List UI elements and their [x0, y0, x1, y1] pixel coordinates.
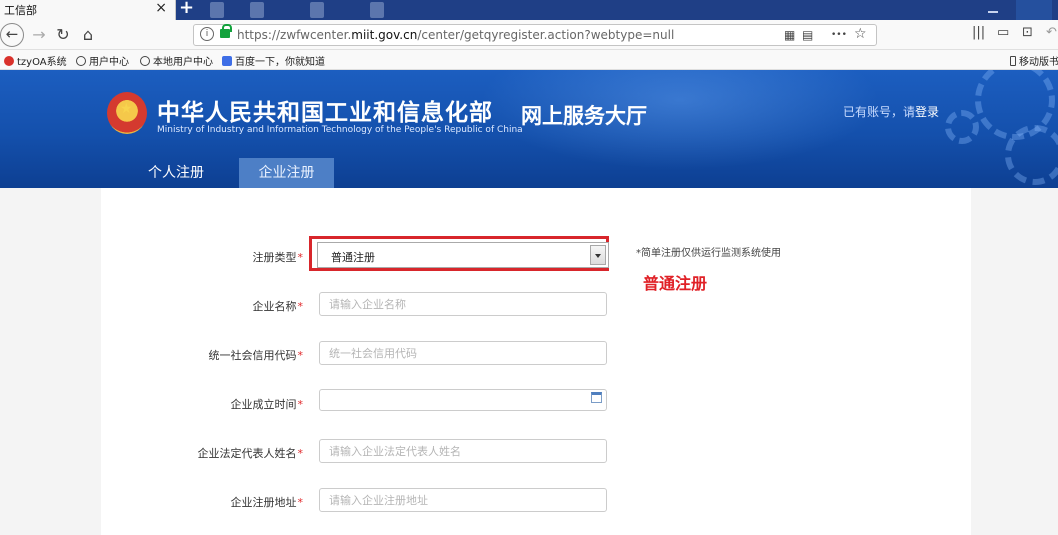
tab-personal-registration[interactable]: 个人注册 [133, 158, 219, 188]
legal-rep-input[interactable] [319, 439, 607, 463]
label-text: 统一社会信用代码 [208, 349, 297, 362]
reg-type-value: 普通注册 [331, 251, 375, 264]
credit-code-label: 统一社会信用代码* [101, 347, 304, 363]
baidu-paw-icon [222, 56, 232, 66]
bookmark-star-icon[interactable]: ☆ [854, 26, 867, 42]
bookmark-label: 百度一下，你就知道 [235, 57, 325, 68]
registration-form: 注册类型* 普通注册 *简单注册仅供运行监测系统使用 普通注册 企业名称* 统一… [101, 188, 971, 535]
bookmark-label: tzyOA系统 [17, 57, 67, 68]
bookmark-user-center[interactable]: 用户中心 [76, 53, 129, 68]
bookmark-label: 用户中心 [89, 57, 129, 68]
info-icon[interactable]: i [200, 27, 214, 41]
founding-date-label: 企业成立时间* [101, 396, 304, 412]
bookmark-label: 移动版书 [1019, 57, 1058, 68]
required-mark: * [297, 447, 304, 460]
url-bar[interactable]: i https://zwfwcenter.miit.gov.cn/center/… [193, 24, 877, 46]
minimize-icon[interactable] [978, 0, 1008, 20]
service-hall-title: 网上服务大厅 [521, 104, 647, 128]
browser-toolbar: ← → ↻ ⌂ i https://zwfwcenter.miit.gov.cn… [0, 20, 1058, 50]
required-mark: * [297, 349, 304, 362]
qr-icon[interactable]: ▦ [784, 28, 795, 42]
sidebar-icon[interactable]: ▭ [997, 25, 1009, 40]
bookmark-local-user-center[interactable]: 本地用户中心 [140, 53, 213, 68]
bookmark-baidu[interactable]: 百度一下，你就知道 [222, 53, 325, 68]
required-mark: * [297, 398, 304, 411]
gear-decoration-icon [1005, 125, 1058, 185]
label-text: 企业成立时间 [230, 398, 297, 411]
ghost-tab-icon [210, 2, 224, 18]
label-text: 企业法定代表人姓名 [197, 447, 297, 460]
bookmarks-bar: tzyOA系统 用户中心 本地用户中心 百度一下，你就知道 移动版书 [0, 50, 1058, 70]
ghost-tab-icon [250, 2, 264, 18]
label-text: 企业注册地址 [230, 496, 297, 509]
url-text[interactable]: https://zwfwcenter.miit.gov.cn/center/ge… [237, 28, 674, 42]
ghost-tab-icon [310, 2, 324, 18]
credit-code-input[interactable] [319, 341, 607, 365]
address-input[interactable] [319, 488, 607, 512]
forward-arrow-icon[interactable]: → [28, 24, 50, 46]
globe-icon [76, 56, 86, 66]
required-mark: * [297, 251, 304, 264]
new-tab-icon[interactable]: + [179, 0, 194, 18]
site-header: ★ 中华人民共和国工业和信息化部 Ministry of Industry an… [0, 70, 1058, 188]
reg-type-select[interactable]: 普通注册 [317, 242, 609, 268]
bookmark-label: 本地用户中心 [153, 57, 213, 68]
founding-date-input[interactable] [319, 389, 607, 411]
address-label: 企业注册地址* [101, 494, 304, 510]
reg-type-label: 注册类型* [101, 249, 304, 265]
bookmark-mobile[interactable]: 移动版书 [1010, 53, 1058, 68]
required-mark: * [297, 496, 304, 509]
url-prefix: https://zwfwcenter. [237, 28, 352, 42]
tab-close-icon[interactable]: × [155, 0, 167, 16]
label-text: 企业名称 [252, 300, 297, 313]
lock-icon [220, 24, 232, 38]
required-mark: * [297, 300, 304, 313]
tab-title: 工信部 [4, 4, 37, 17]
gear-decoration-icon [945, 110, 979, 144]
calendar-icon[interactable] [591, 392, 602, 403]
browser-tab-bar: 工信部 × + [0, 0, 1058, 20]
account-text: 已有账号，请 [843, 105, 916, 119]
annotation-text: 普通注册 [643, 274, 708, 293]
page-actions-icon[interactable]: ••• [831, 30, 847, 40]
screenshot-icon[interactable]: ⊡ [1022, 25, 1033, 40]
chevron-down-icon[interactable] [590, 245, 606, 265]
ghost-tab-icon [370, 2, 384, 18]
tab-enterprise-registration[interactable]: 企业注册 [239, 158, 334, 188]
globe-icon [140, 56, 150, 66]
browser-tab[interactable]: 工信部 × [0, 0, 176, 20]
company-name-input[interactable] [319, 292, 607, 316]
reader-icon[interactable]: ▤ [802, 28, 813, 42]
bookmark-favicon-icon [4, 56, 14, 66]
star-icon: ★ [120, 101, 133, 117]
ministry-name-cn: 中华人民共和国工业和信息化部 [157, 100, 493, 126]
back-arrow-icon[interactable]: ← [0, 23, 24, 47]
reload-icon[interactable]: ↻ [52, 24, 74, 46]
ministry-name-en: Ministry of Industry and Information Tec… [157, 125, 523, 135]
login-link[interactable]: 登录 [915, 105, 939, 119]
bookmark-tzyoa[interactable]: tzyOA系统 [4, 53, 67, 68]
url-path: /center/getqyregister.action?webtype=nul… [417, 28, 675, 42]
home-icon[interactable]: ⌂ [77, 24, 99, 46]
url-host: miit.gov.cn [351, 28, 418, 42]
mobile-icon [1010, 56, 1016, 66]
reg-type-note: *简单注册仅供运行监测系统使用 [636, 248, 781, 259]
account-prompt: 已有账号，请登录 [843, 103, 939, 120]
company-name-label: 企业名称* [101, 298, 304, 314]
legal-rep-label: 企业法定代表人姓名* [101, 445, 304, 461]
library-icon[interactable]: ||| [972, 25, 985, 40]
national-emblem-icon: ★ [107, 92, 147, 134]
window-close-icon[interactable] [1016, 0, 1052, 20]
undo-icon[interactable]: ↶ [1046, 25, 1057, 40]
label-text: 注册类型 [252, 251, 297, 264]
